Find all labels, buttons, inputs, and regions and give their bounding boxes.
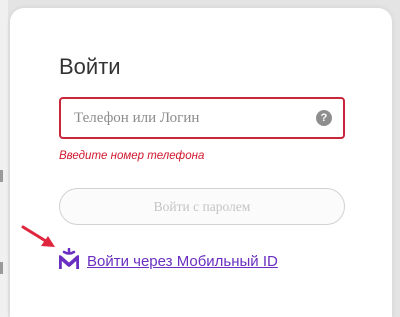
- mobile-id-logo-icon[interactable]: [59, 248, 79, 270]
- red-arrow-icon: [21, 225, 55, 247]
- error-message: Введите номер телефона: [59, 150, 205, 162]
- login-mobile-id-link[interactable]: Войти через Мобильный ID: [87, 253, 278, 270]
- background-edge: [0, 0, 8, 317]
- question-circle-icon[interactable]: ?: [316, 110, 332, 126]
- phone-login-field[interactable]: ?: [59, 97, 345, 139]
- edge-mark: [0, 170, 3, 182]
- phone-login-input[interactable]: [74, 99, 314, 137]
- edge-mark: [0, 262, 3, 274]
- page-title: Войти: [59, 54, 121, 79]
- login-with-password-button[interactable]: Войти с паролем: [59, 188, 345, 225]
